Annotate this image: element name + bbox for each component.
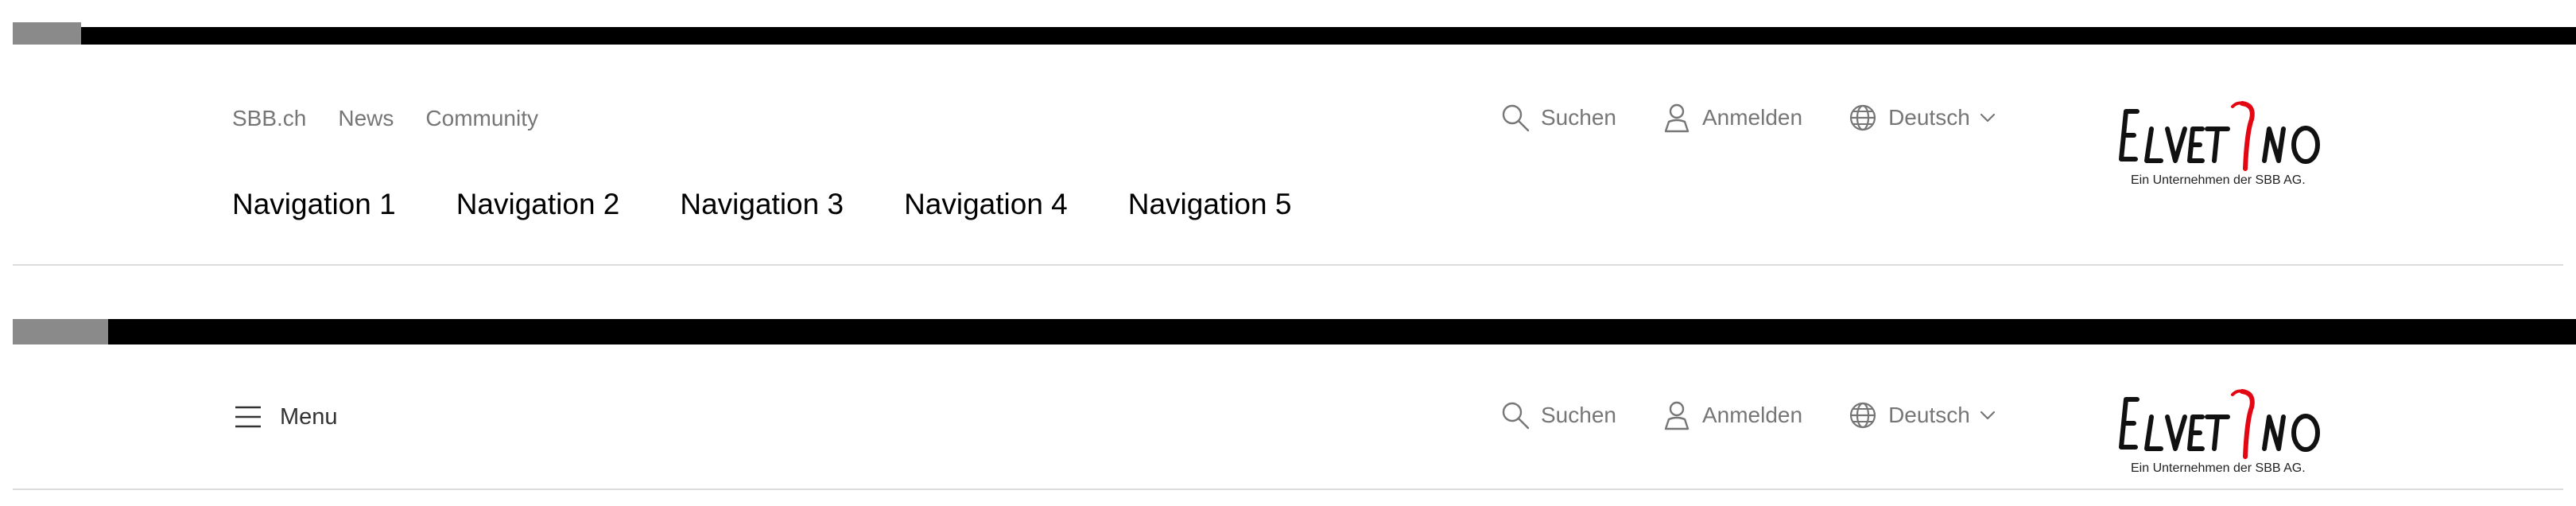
variant-tag [13, 22, 81, 45]
search-icon [1499, 399, 1531, 431]
logo-tagline: Ein Unternehmen der SBB AG. [2131, 173, 2306, 187]
logo-tagline: Ein Unternehmen der SBB AG. [2131, 461, 2306, 475]
search-icon [1499, 102, 1531, 134]
elvetino-logo[interactable]: Ein Unternehmen der SBB AG. [2115, 385, 2350, 476]
nav-item-4[interactable]: Navigation 4 [904, 188, 1068, 221]
elvetino-logo[interactable]: Ein Unternehmen der SBB AG. [2115, 97, 2350, 188]
language-label: Deutsch [1888, 105, 1970, 130]
meta-nav-community[interactable]: Community [425, 106, 538, 131]
meta-navigation: SBB.ch News Community [232, 106, 570, 131]
header-tools: Suchen Anmelden Deutsch [1499, 399, 1997, 431]
search-button[interactable]: Suchen [1499, 102, 1616, 134]
elvetino-wordmark [2119, 101, 2320, 171]
language-select[interactable]: Deutsch [1847, 102, 1997, 134]
user-icon [1661, 102, 1693, 134]
search-button[interactable]: Suchen [1499, 399, 1616, 431]
menu-button[interactable]: Menu [234, 403, 338, 431]
search-label: Suchen [1541, 403, 1616, 427]
nav-item-2[interactable]: Navigation 2 [456, 188, 620, 221]
compact-header: Menu Suchen Anmelden Deutsch Ein Unterne… [13, 374, 2563, 490]
nav-item-5[interactable]: Navigation 5 [1128, 188, 1292, 221]
nav-item-3[interactable]: Navigation 3 [680, 188, 844, 221]
main-navigation: Navigation 1 Navigation 2 Navigation 3 N… [232, 188, 1352, 221]
browser-topbar [13, 319, 2576, 344]
header-tools: Suchen Anmelden Deutsch [1499, 102, 1997, 134]
desktop-header: SBB.ch News Community Navigation 1 Navig… [13, 88, 2563, 266]
globe-icon [1847, 399, 1879, 431]
meta-nav-sbb[interactable]: SBB.ch [232, 106, 306, 131]
language-label: Deutsch [1888, 403, 1970, 427]
chevron-down-icon [1978, 108, 1997, 127]
search-label: Suchen [1541, 105, 1616, 130]
user-icon [1661, 399, 1693, 431]
menu-label: Menu [280, 403, 338, 430]
menu-icon [235, 406, 261, 428]
language-select[interactable]: Deutsch [1847, 399, 1997, 431]
meta-nav-news[interactable]: News [338, 106, 394, 131]
globe-icon [1847, 102, 1879, 134]
login-label: Anmelden [1701, 105, 1803, 130]
chevron-down-icon [1978, 406, 1997, 425]
variant-tag [13, 319, 108, 344]
login-button[interactable]: Anmelden [1661, 102, 1802, 134]
login-button[interactable]: Anmelden [1661, 399, 1802, 431]
elvetino-wordmark [2119, 389, 2320, 459]
nav-item-1[interactable]: Navigation 1 [232, 188, 396, 221]
login-label: Anmelden [1701, 403, 1803, 427]
browser-topbar [13, 22, 2576, 45]
